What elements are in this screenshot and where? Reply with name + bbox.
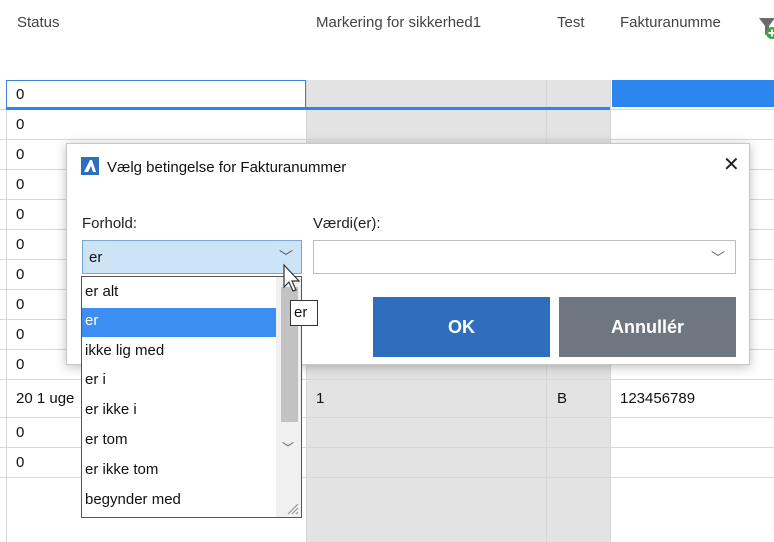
column-header-status[interactable]: Status xyxy=(17,14,60,31)
cell-status[interactable]: 0 xyxy=(16,236,24,253)
cell-status[interactable]: 0 xyxy=(16,266,24,283)
dialog-title: Vælg betingelse for Fakturanummer xyxy=(107,159,347,176)
column-header-marking[interactable]: Markering for sikkerhed1 xyxy=(316,14,481,31)
condition-select[interactable]: er ﹀ xyxy=(82,240,302,274)
mouse-cursor-icon xyxy=(283,263,301,292)
cell-status[interactable]: 0 xyxy=(16,86,24,103)
cell-marking[interactable]: 1 xyxy=(316,390,324,407)
dropdown-option[interactable]: er i xyxy=(82,367,276,396)
dropdown-option[interactable]: begynder med xyxy=(82,487,276,516)
chevron-down-icon[interactable]: ﹀ xyxy=(711,248,725,268)
cell-status[interactable]: 0 xyxy=(16,326,24,343)
cell-status[interactable]: 0 xyxy=(16,116,24,133)
values-select[interactable]: ﹀ xyxy=(313,240,736,274)
cell-status[interactable]: 0 xyxy=(16,454,24,471)
cell-status[interactable]: 0 xyxy=(16,356,24,373)
resize-grip-icon[interactable] xyxy=(283,499,299,515)
cell-status[interactable]: 0 xyxy=(16,296,24,313)
cell-status[interactable]: 0 xyxy=(16,176,24,193)
close-icon[interactable]: ✕ xyxy=(723,155,740,175)
cell-status[interactable]: 0 xyxy=(16,206,24,223)
selected-cell[interactable] xyxy=(6,80,306,110)
cell-status[interactable]: 20 1 uge xyxy=(16,390,74,407)
filter-add-icon[interactable] xyxy=(758,14,774,40)
cell-test[interactable]: B xyxy=(557,390,567,407)
condition-select-value: er xyxy=(89,249,103,266)
cell-invoice[interactable]: 123456789 xyxy=(620,390,695,407)
tooltip: er xyxy=(290,300,318,326)
dropdown-option[interactable]: er ikke tom xyxy=(82,457,276,486)
cancel-button[interactable]: Annullér xyxy=(559,297,736,357)
table-row[interactable]: 0 xyxy=(0,110,774,140)
table-row[interactable]: 0 xyxy=(0,80,774,110)
dropdown-option[interactable]: er tom xyxy=(82,427,276,456)
cell-status[interactable]: 0 xyxy=(16,146,24,163)
dropdown-option[interactable]: er alt xyxy=(82,279,276,308)
app-logo-icon xyxy=(81,157,99,175)
condition-label: Forhold: xyxy=(82,215,138,232)
cell-status[interactable]: 0 xyxy=(16,424,24,441)
dropdown-option[interactable]: ikke lig med xyxy=(82,338,276,367)
values-label: Værdi(er): xyxy=(313,215,381,232)
ok-button[interactable]: OK xyxy=(373,297,550,357)
column-header-invoice[interactable]: Fakturanumme xyxy=(620,14,754,31)
chevron-down-icon[interactable]: ﹀ xyxy=(282,439,294,456)
column-header-row: Status Markering for sikkerhed1 Test Fak… xyxy=(0,0,774,48)
column-header-test[interactable]: Test xyxy=(557,14,585,31)
condition-dropdown-list[interactable]: er alt er ikke lig med er i er ikke i er… xyxy=(81,276,302,518)
dropdown-option[interactable]: er ikke i xyxy=(82,397,276,426)
selected-invoice-cell[interactable] xyxy=(612,80,774,107)
dropdown-option-selected[interactable]: er xyxy=(82,308,276,337)
